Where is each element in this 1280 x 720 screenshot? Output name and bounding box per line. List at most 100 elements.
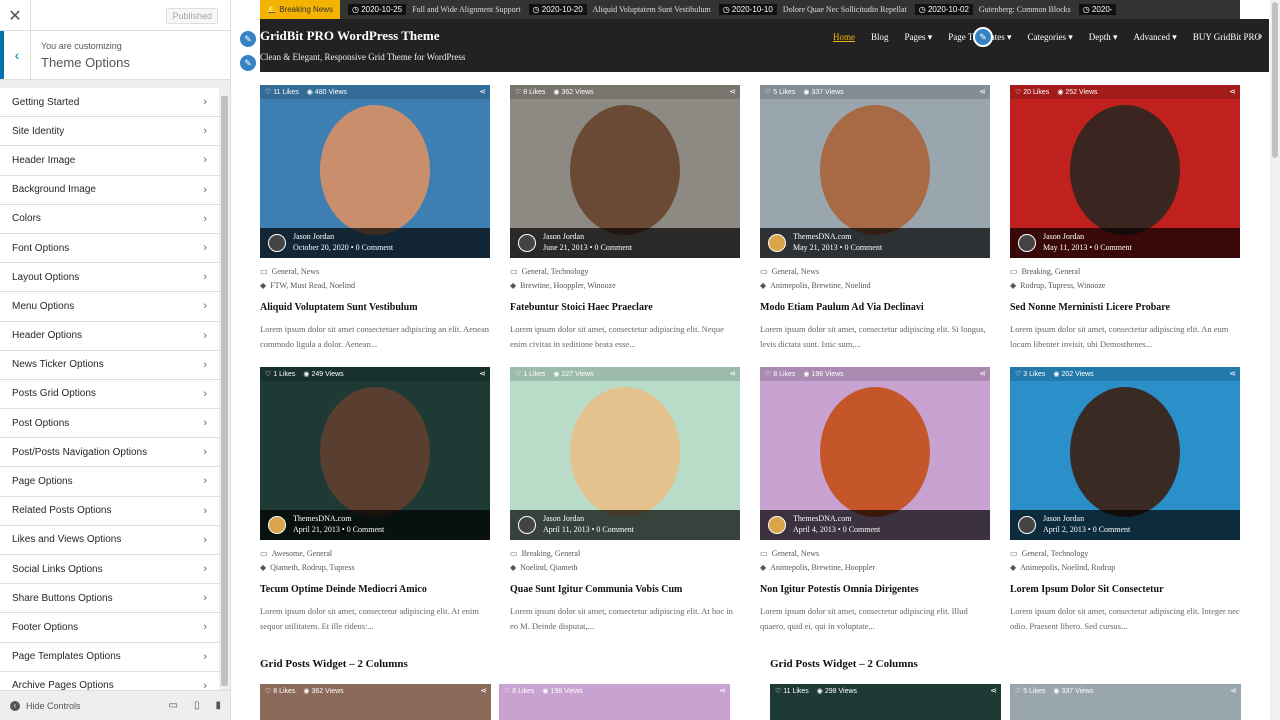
- edit-shortcut-tagline-icon[interactable]: ✎: [238, 53, 258, 73]
- likes-count[interactable]: ♡ 8 Likes: [765, 370, 795, 378]
- nav-item[interactable]: Pages ▾: [897, 32, 941, 43]
- section-item[interactable]: Menu Options ›: [0, 292, 219, 322]
- tag-links[interactable]: Brewtine, Hooppler, Winooze: [520, 281, 616, 290]
- post-author[interactable]: ThemesDNA.com: [293, 514, 351, 523]
- published-button[interactable]: Published: [166, 8, 218, 24]
- share-icon[interactable]: ⋖: [480, 686, 487, 695]
- nav-item[interactable]: Categories ▾: [1020, 32, 1081, 43]
- post-date[interactable]: April 2, 2013: [1043, 525, 1086, 534]
- desktop-icon[interactable]: ▭: [169, 700, 178, 711]
- post-author[interactable]: Jason Jordan: [543, 232, 584, 241]
- post-thumbnail[interactable]: ♡ 20 Likes ◉ 252 Views ⋖ Jason Jordan May 11…: [1010, 85, 1240, 258]
- section-item[interactable]: Post/Posts Navigation Options ›: [0, 438, 219, 468]
- likes-count[interactable]: ♡ 11 Likes: [775, 687, 809, 695]
- share-icon[interactable]: ⋖: [979, 369, 986, 378]
- section-item[interactable]: Header Image ›: [0, 146, 219, 176]
- post-author[interactable]: Jason Jordan: [1043, 514, 1084, 523]
- ticker-item[interactable]: ◷ 2020-10-20 Aliquid Voluptatem Sunt Vest…: [528, 4, 711, 15]
- post-title[interactable]: Aliquid Voluptatem Sunt Vestibulum: [260, 302, 490, 313]
- post-date[interactable]: October 20, 2020: [293, 243, 349, 252]
- likes-count[interactable]: ♡ 1 Likes: [515, 370, 545, 378]
- edit-shortcut-menu-icon[interactable]: ✎: [973, 27, 993, 47]
- category-links[interactable]: General, News: [772, 267, 820, 276]
- post-thumbnail[interactable]: ♡ 11 Likes ◉ 480 Views ⋖ Jason Jordan Octobe…: [260, 85, 490, 258]
- post-comments[interactable]: 0 Comment: [596, 525, 634, 534]
- post-comments[interactable]: 0 Comment: [594, 243, 632, 252]
- share-icon[interactable]: ⋖: [479, 87, 486, 96]
- category-links[interactable]: General, Technology: [1022, 549, 1089, 558]
- search-icon[interactable]: ⌕: [1257, 31, 1263, 42]
- section-item[interactable]: Header Options ›: [0, 321, 219, 351]
- post-author[interactable]: Jason Jordan: [293, 232, 334, 241]
- likes-count[interactable]: ♡ 8 Likes: [515, 88, 545, 96]
- tag-links[interactable]: Animepolis, Brewtine, Noelind: [770, 281, 870, 290]
- nav-item[interactable]: Home: [825, 32, 863, 43]
- sidebar-scrollbar[interactable]: [220, 88, 229, 688]
- section-item[interactable]: Background Image ›: [0, 175, 219, 205]
- post-date[interactable]: April 11, 2013: [543, 525, 590, 534]
- likes-count[interactable]: ♡ 8 Likes: [265, 687, 295, 695]
- nav-item[interactable]: BUY GridBit PRO: [1185, 32, 1269, 43]
- post-author[interactable]: Jason Jordan: [543, 514, 584, 523]
- widget-post-thumbnail[interactable]: ♡ 8 Likes ◉ 362 Views ⋖: [260, 684, 491, 720]
- mobile-icon[interactable]: ▮: [215, 700, 221, 711]
- post-author[interactable]: ThemesDNA.com: [793, 232, 851, 241]
- category-links[interactable]: Awesome, General: [272, 549, 333, 558]
- section-item[interactable]: Likes and Views Options ›: [0, 525, 219, 555]
- tag-links[interactable]: Noelind, Qiameth: [520, 563, 577, 572]
- category-links[interactable]: Breaking, General: [522, 549, 581, 558]
- category-links[interactable]: General, Technology: [522, 267, 589, 276]
- tag-links[interactable]: Animepolis, Brewtine, Hooppler: [770, 563, 875, 572]
- post-thumbnail[interactable]: ♡ 3 Likes ◉ 202 Views ⋖ Jason Jordan April 2…: [1010, 367, 1240, 540]
- tablet-icon[interactable]: ▯: [194, 700, 200, 711]
- post-title[interactable]: Tecum Optime Deinde Mediocri Amico: [260, 584, 490, 595]
- section-item[interactable]: Font Options ›: [0, 233, 219, 264]
- share-icon[interactable]: ⋖: [729, 369, 736, 378]
- close-icon[interactable]: ✕: [0, 0, 31, 31]
- scrollbar-thumb[interactable]: [1272, 2, 1278, 158]
- likes-count[interactable]: ♡ 8 Likes: [504, 687, 534, 695]
- post-title[interactable]: Quae Sunt Igitur Communia Vobis Cum: [510, 584, 740, 595]
- ticker-item[interactable]: ◷ 2020-10-25 Full and Wide Alignment Supp…: [348, 4, 521, 15]
- post-comments[interactable]: 0 Comment: [843, 525, 881, 534]
- post-title[interactable]: Lorem Ipsum Dolor Sit Consectetur: [1010, 584, 1240, 595]
- likes-count[interactable]: ♡ 3 Likes: [1015, 370, 1045, 378]
- post-thumbnail[interactable]: ♡ 1 Likes ◉ 227 Views ⋖ Jason Jordan April 1…: [510, 367, 740, 540]
- section-item[interactable]: Getting Started ›: [0, 88, 219, 118]
- post-date[interactable]: June 21, 2013: [543, 243, 588, 252]
- tag-links[interactable]: FTW, Must Read, Noelind: [270, 281, 355, 290]
- post-comments[interactable]: 0 Comment: [1093, 525, 1131, 534]
- share-icon[interactable]: ⋖: [719, 686, 726, 695]
- widget-post-thumbnail[interactable]: ♡ 11 Likes ◉ 298 Views ⋖: [770, 684, 1001, 720]
- post-author[interactable]: ThemesDNA.com: [793, 514, 851, 523]
- section-item[interactable]: Social Links Options ›: [0, 555, 219, 585]
- post-date[interactable]: May 21, 2013: [793, 243, 838, 252]
- post-date[interactable]: May 11, 2013: [1043, 243, 1087, 252]
- category-links[interactable]: General, News: [272, 267, 320, 276]
- tag-links[interactable]: Rodrup, Tupress, Winooze: [1020, 281, 1105, 290]
- likes-count[interactable]: ♡ 1 Likes: [265, 370, 295, 378]
- likes-count[interactable]: ♡ 5 Likes: [1015, 687, 1045, 695]
- post-comments[interactable]: 0 Comment: [356, 243, 394, 252]
- tag-links[interactable]: Qiameth, Rodrup, Tupress: [270, 563, 354, 572]
- nav-item[interactable]: Blog: [863, 32, 897, 43]
- share-icon[interactable]: ⋖: [979, 87, 986, 96]
- section-item[interactable]: Colors ›: [0, 204, 219, 234]
- post-date[interactable]: April 4, 2013: [793, 525, 836, 534]
- preview-scrollbar[interactable]: [1270, 0, 1280, 720]
- section-item[interactable]: Posts Grid Options ›: [0, 379, 219, 410]
- section-item[interactable]: Footer Options ›: [0, 613, 219, 643]
- section-item[interactable]: Page Templates Options ›: [0, 642, 219, 672]
- site-title[interactable]: GridBit PRO WordPress Theme: [260, 28, 439, 44]
- likes-count[interactable]: ♡ 11 Likes: [265, 88, 299, 96]
- ticker-item[interactable]: ◷ 2020-10-10 Dolore Quae Nec Sollicitudin…: [718, 4, 907, 15]
- post-comments[interactable]: 0 Comment: [347, 525, 385, 534]
- post-thumbnail[interactable]: ♡ 1 Likes ◉ 249 Views ⋖ ThemesDNA.com April …: [260, 367, 490, 540]
- share-icon[interactable]: ⋖: [1229, 369, 1236, 378]
- section-item[interactable]: Share Buttons Options ›: [0, 584, 219, 614]
- post-date[interactable]: April 21, 2013: [293, 525, 340, 534]
- section-item[interactable]: Layout Options ›: [0, 263, 219, 293]
- post-title[interactable]: Fatebuntur Stoici Haec Praeclare: [510, 302, 740, 313]
- widget-post-thumbnail[interactable]: ♡ 5 Likes ◉ 337 Views ⋖: [1010, 684, 1241, 720]
- post-comments[interactable]: 0 Comment: [1094, 243, 1132, 252]
